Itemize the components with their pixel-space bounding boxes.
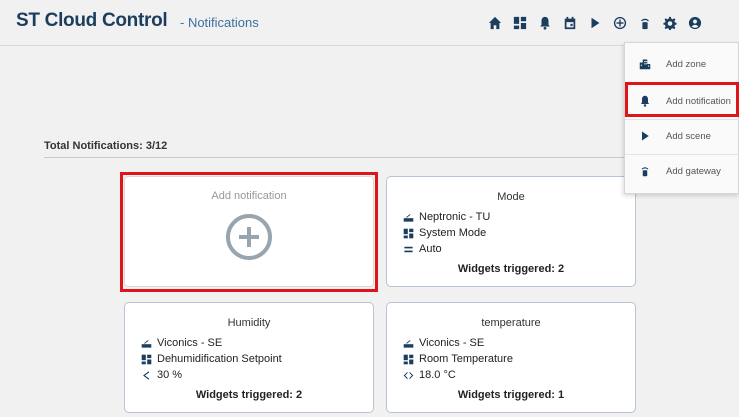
menu-item-label: Add zone: [666, 58, 707, 70]
menu-item-add-scene[interactable]: Add scene: [625, 119, 739, 153]
card-line-text: Viconics - SE: [419, 337, 485, 349]
dashboard-icon[interactable]: [509, 13, 531, 33]
notification-card-humidity[interactable]: Humidity Viconics - SE Dehumidification …: [124, 302, 374, 413]
card-device: Viconics - SE: [140, 337, 222, 349]
gateway-icon[interactable]: [634, 13, 656, 33]
card-widget: System Mode: [402, 227, 486, 239]
page-subtitle: - Notifications: [180, 15, 259, 30]
less-than-icon: [140, 369, 152, 381]
calendar-icon[interactable]: [559, 13, 581, 33]
total-notifications: Total Notifications: 3/12: [44, 140, 644, 158]
card-title: temperature: [481, 317, 541, 329]
top-bar: ST Cloud Control - Notifications: [0, 0, 739, 46]
menu-item-label: Add scene: [666, 130, 711, 142]
gear-icon[interactable]: [659, 13, 681, 33]
highlight-box: [625, 82, 739, 117]
play-icon[interactable]: [584, 13, 606, 33]
device-icon: [402, 337, 414, 349]
play-icon: [639, 130, 651, 142]
widgets-triggered: Widgets triggered: 2: [457, 263, 565, 275]
card-line-text: Auto: [419, 243, 442, 255]
card-device: Viconics - SE: [402, 337, 484, 349]
card-title: Humidity: [227, 317, 271, 329]
equals-icon: [402, 243, 414, 255]
card-condition: Auto: [402, 243, 442, 255]
menu-item-add-gateway[interactable]: Add gateway: [625, 154, 739, 188]
widget-icon: [402, 353, 414, 365]
gateway-icon: [639, 165, 651, 177]
zone-icon: [639, 58, 651, 70]
card-line-text: 18.0 °C: [419, 369, 456, 381]
card-widget: Dehumidification Setpoint: [140, 353, 282, 365]
add-circle-icon[interactable]: [609, 13, 631, 33]
card-condition: 18.0 °C: [402, 369, 456, 381]
card-line-text: Neptronic - TU: [419, 211, 491, 223]
card-condition: 30 %: [140, 369, 182, 381]
brand-title[interactable]: ST Cloud Control: [16, 10, 168, 32]
card-line-text: Dehumidification Setpoint: [157, 353, 282, 365]
device-icon: [402, 211, 414, 223]
widgets-triggered: Widgets triggered: 2: [195, 389, 303, 401]
widget-icon: [402, 227, 414, 239]
menu-item-add-zone[interactable]: Add zone: [625, 47, 739, 81]
widget-icon: [140, 353, 152, 365]
bell-icon[interactable]: [534, 13, 556, 33]
card-line-text: 30 %: [157, 369, 183, 381]
highlight-box: [120, 172, 378, 292]
card-line-text: System Mode: [419, 227, 487, 239]
notification-card-temperature[interactable]: temperature Viconics - SE Room Temperatu…: [386, 302, 636, 413]
menu-item-label: Add gateway: [666, 165, 721, 177]
notification-card-mode[interactable]: Mode Neptronic - TU System Mode Auto Wid…: [386, 176, 636, 287]
widgets-triggered: Widgets triggered: 1: [457, 389, 565, 401]
card-widget: Room Temperature: [402, 353, 513, 365]
card-line-text: Viconics - SE: [157, 337, 223, 349]
card-title: Mode: [497, 191, 525, 203]
card-device: Neptronic - TU: [402, 211, 490, 223]
user-icon[interactable]: [684, 13, 706, 33]
not-equal-icon: [402, 369, 414, 381]
device-icon: [140, 337, 152, 349]
home-icon[interactable]: [484, 13, 506, 33]
card-line-text: Room Temperature: [419, 353, 513, 365]
add-dropdown-menu: Add zone Add notification Add scene Add …: [624, 42, 739, 194]
toolbar-icons: [484, 13, 709, 33]
